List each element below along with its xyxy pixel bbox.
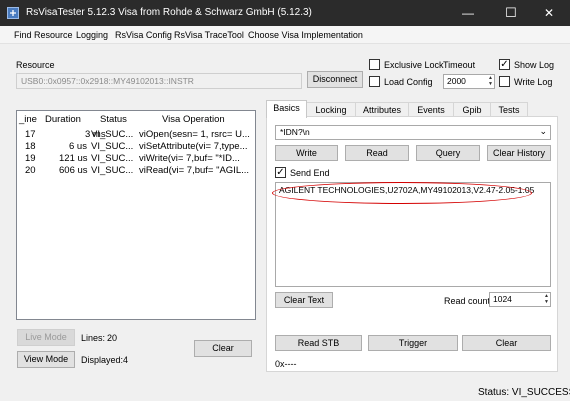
column-header-status[interactable]: Status [100, 114, 127, 125]
clear-history-button[interactable]: Clear History [487, 145, 551, 161]
column-header-line[interactable]: _ine [19, 114, 37, 125]
table-row[interactable]: 20 606 us VI_SUC... viRead(vi= 7,buf= "A… [17, 165, 255, 177]
send-end-checkbox[interactable]: ✓ [275, 167, 286, 178]
app-icon [7, 7, 19, 19]
exclusive-lock-checkbox[interactable] [369, 59, 380, 70]
read-count-label: Read count [444, 296, 491, 306]
chevron-down-icon[interactable]: ⌄ [539, 126, 547, 137]
row-status: VI_SUC... [91, 165, 134, 176]
exclusive-lock-label: Exclusive Lock [384, 60, 444, 70]
timeout-label: Timeout [443, 60, 476, 70]
row-status: VI_SUC... [91, 153, 134, 164]
view-mode-button[interactable]: View Mode [17, 351, 75, 368]
write-log-label: Write Log [514, 77, 553, 87]
row-operation: viOpen(sesn= 1, rsrc= U... [139, 129, 250, 140]
log-table[interactable]: _ine Duration Status Visa Operation 17 3… [16, 110, 256, 320]
row-line: 20 [25, 165, 36, 176]
menu-rsvisa-tracetool[interactable]: RsVisa TraceTool [174, 30, 244, 40]
row-operation: viSetAttribute(vi= 7,type... [139, 141, 248, 152]
row-status: VI_SUC... [91, 129, 134, 140]
close-button[interactable]: ✕ [532, 0, 566, 26]
table-row[interactable]: 18 6 us VI_SUC... viSetAttribute(vi= 7,t… [17, 141, 255, 153]
query-button[interactable]: Query [416, 145, 480, 161]
read-count-value: 1024 [493, 294, 512, 304]
checkmark-icon: ✓ [276, 167, 285, 178]
timeout-value: 2000 [447, 76, 466, 86]
read-stb-button[interactable]: Read STB [275, 335, 362, 351]
write-log-checkbox[interactable] [499, 76, 510, 87]
log-table-header: _ine Duration Status Visa Operation [17, 111, 255, 127]
send-end-label: Send End [290, 168, 330, 178]
clear-button[interactable]: Clear [462, 335, 551, 351]
read-button[interactable]: Read [345, 145, 409, 161]
displayed-label: Displayed: [81, 355, 124, 365]
row-line: 18 [25, 141, 36, 152]
stb-value: 0x---- [275, 359, 297, 369]
row-duration: 606 us [59, 165, 88, 176]
command-combobox[interactable]: *IDN?\n ⌄ [275, 125, 551, 140]
minimize-button[interactable]: — [451, 0, 485, 26]
tab-basics[interactable]: Basics [266, 100, 307, 118]
show-log-checkbox[interactable]: ✓ [499, 59, 510, 70]
live-mode-button[interactable]: Live Mode [17, 329, 75, 346]
resource-field[interactable]: USB0::0x0957::0x2918::MY49102013::INSTR [16, 73, 302, 89]
status-bar: Status: VI_SUCCESS [0, 380, 570, 401]
write-button[interactable]: Write [275, 145, 338, 161]
column-header-visa-operation[interactable]: Visa Operation [162, 114, 225, 125]
menu-find-resource[interactable]: Find Resource [14, 30, 73, 40]
row-duration: 121 us [59, 153, 88, 164]
status-text: Status: VI_SUCCESS [478, 387, 570, 398]
row-operation: viWrite(vi= 7,buf= "*ID... [139, 153, 240, 164]
row-line: 19 [25, 153, 36, 164]
row-duration: 6 us [69, 141, 87, 152]
title-bar: RsVisaTester 5.12.3 Visa from Rohde & Sc… [0, 0, 570, 26]
maximize-button[interactable]: ☐ [494, 0, 528, 26]
row-operation: viRead(vi= 7,buf= "AGIL... [139, 165, 250, 176]
row-line: 17 [25, 129, 36, 140]
row-status: VI_SUC... [91, 141, 134, 152]
table-row[interactable]: 19 121 us VI_SUC... viWrite(vi= 7,buf= "… [17, 153, 255, 165]
checkmark-icon: ✓ [500, 59, 509, 70]
highlight-ellipse [272, 182, 532, 204]
tab-strip: Basics Locking Attributes Events Gpib Te… [266, 100, 558, 118]
load-config-label: Load Config [384, 77, 433, 87]
table-row[interactable]: 17 3 ms VI_SUC... viOpen(sesn= 1, rsrc= … [17, 129, 255, 141]
menu-logging[interactable]: Logging [76, 30, 108, 40]
spin-arrows-icon[interactable]: ▲ ▼ [488, 75, 493, 87]
spin-arrows-icon[interactable]: ▲ ▼ [544, 293, 549, 305]
clear-text-button[interactable]: Clear Text [275, 292, 333, 308]
show-log-label: Show Log [514, 60, 555, 70]
basics-panel: *IDN?\n ⌄ Write Read Query Clear History… [266, 116, 558, 372]
window-title: RsVisaTester 5.12.3 Visa from Rohde & Sc… [26, 7, 312, 18]
command-value: *IDN?\n [280, 127, 310, 137]
read-count-spinbox[interactable]: 1024 ▲ ▼ [489, 292, 551, 307]
trigger-button[interactable]: Trigger [368, 335, 458, 351]
menu-choose-visa-implementation[interactable]: Choose Visa Implementation [248, 30, 363, 40]
timeout-spinbox[interactable]: 2000 ▲ ▼ [443, 74, 495, 89]
menu-rsvisa-config[interactable]: RsVisa Config [115, 30, 172, 40]
log-clear-button[interactable]: Clear [194, 340, 252, 357]
column-header-duration[interactable]: Duration [45, 114, 81, 125]
load-config-checkbox[interactable] [369, 76, 380, 87]
menu-bar: Find Resource Logging RsVisa Config RsVi… [0, 26, 570, 44]
displayed-value: 4 [123, 355, 129, 365]
lines-label: Lines: [81, 333, 106, 343]
resource-label: Resource [16, 60, 55, 70]
lines-value: 20 [107, 333, 118, 343]
disconnect-button[interactable]: Disconnect [307, 71, 363, 88]
